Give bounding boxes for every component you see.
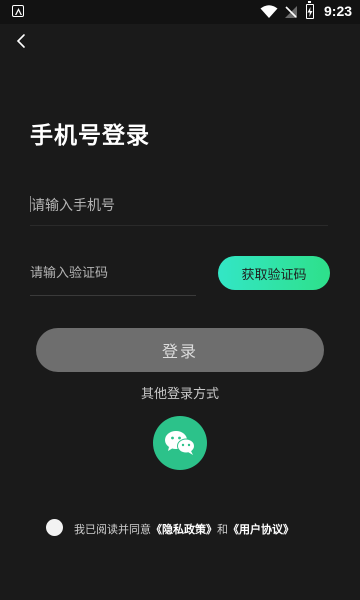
page-title: 手机号登录 — [30, 123, 150, 149]
agreement-text: 我已阅读并同意《隐私政策》和《用户协议》 — [74, 521, 294, 537]
status-bar: 9:23 — [0, 0, 360, 24]
text-cursor — [30, 196, 31, 212]
get-code-button[interactable]: 获取验证码 — [218, 256, 330, 290]
wifi-icon — [260, 5, 278, 18]
privacy-policy-link[interactable]: 《隐私政策》 — [151, 523, 217, 536]
phone-number-input[interactable] — [30, 186, 328, 226]
no-signal-icon — [285, 6, 297, 18]
wechat-icon — [165, 431, 195, 455]
status-time: 9:23 — [324, 3, 353, 19]
agreement-checkbox[interactable] — [46, 519, 63, 536]
agreement-and: 和 — [217, 523, 228, 536]
app-notification-icon — [12, 5, 24, 17]
battery-charging-icon — [306, 1, 314, 19]
verification-code-input[interactable] — [30, 252, 196, 296]
agreement-prefix: 我已阅读并同意 — [74, 523, 151, 536]
wechat-login-button[interactable] — [153, 416, 207, 470]
login-button[interactable]: 登录 — [36, 328, 324, 372]
user-agreement-link[interactable]: 《用户协议》 — [228, 523, 294, 536]
other-login-label: 其他登录方式 — [140, 387, 219, 402]
back-button[interactable] — [12, 31, 32, 51]
chevron-left-icon — [16, 34, 25, 48]
